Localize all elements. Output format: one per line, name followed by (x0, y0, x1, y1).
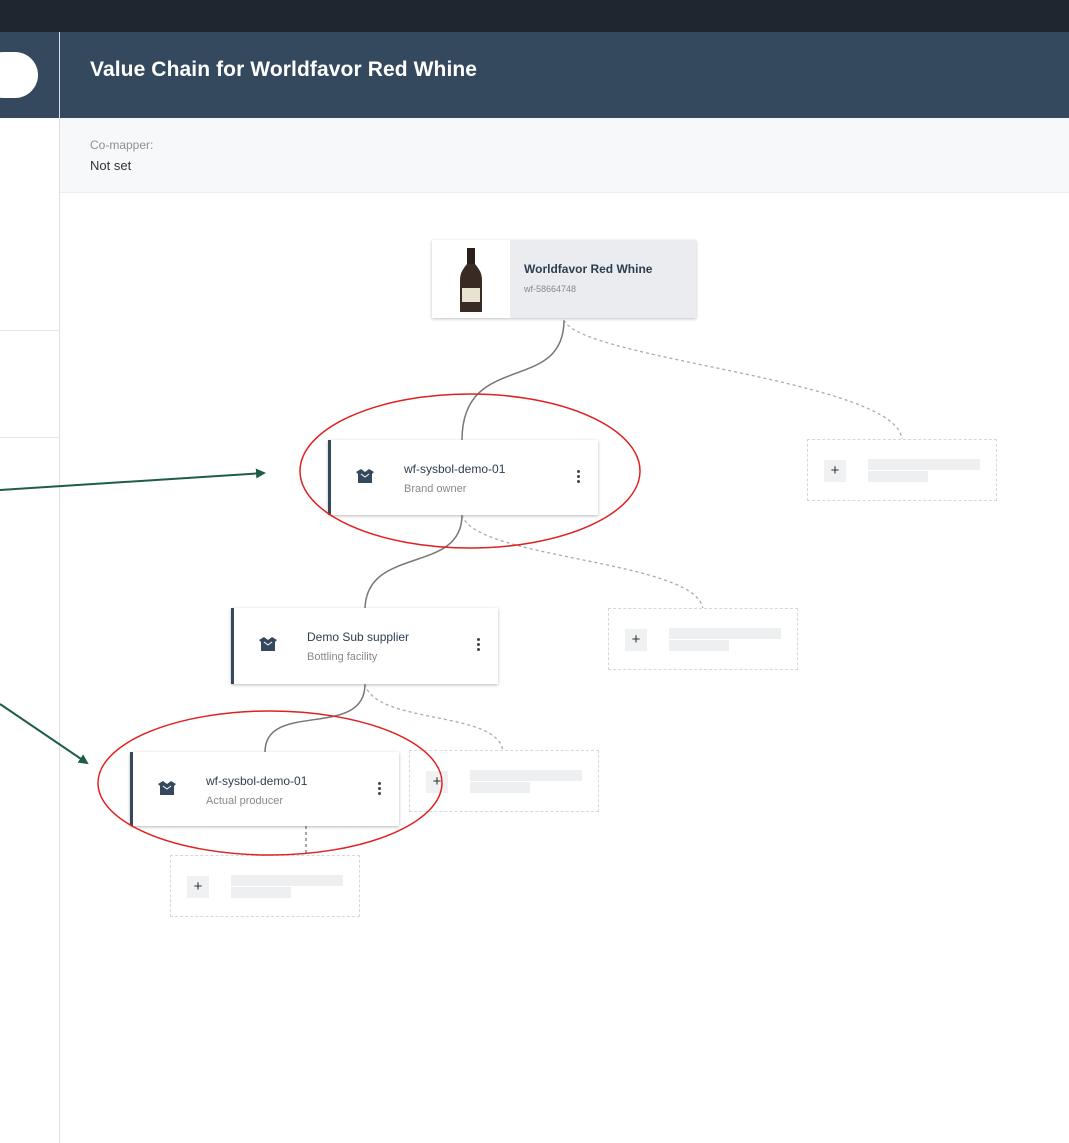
box-icon (158, 781, 176, 795)
add-icon[interactable]: + (426, 771, 448, 793)
sidebar-divider (0, 437, 59, 438)
product-info: Worldfavor Red Whine wf-58664748 (510, 240, 696, 318)
avatar[interactable] (0, 52, 38, 98)
placeholder-bar (231, 887, 291, 898)
sidebar-header (0, 32, 59, 118)
co-mapper-label: Co-mapper: (90, 138, 154, 152)
wine-bottle-icon (432, 240, 510, 318)
placeholder-bar (231, 875, 343, 886)
placeholder-bar (470, 770, 582, 781)
product-id: wf-58664748 (524, 284, 577, 294)
node-role: Bottling facility (307, 651, 378, 663)
add-icon[interactable]: + (625, 629, 647, 651)
node-role: Brand owner (404, 483, 467, 495)
top-bar (0, 0, 1069, 32)
connector-line (264, 683, 366, 753)
placeholder-bar (669, 640, 729, 651)
co-mapper-info: Co-mapper: Not set (60, 118, 1069, 193)
placeholder-bar (868, 459, 980, 470)
connector-line-dashed (563, 319, 903, 441)
product-name: Worldfavor Red Whine (524, 262, 653, 276)
product-card[interactable]: Worldfavor Red Whine wf-58664748 (432, 240, 696, 318)
sidebar-divider (0, 330, 59, 331)
box-icon (259, 637, 277, 651)
supplier-node-brand-owner[interactable]: wf-sysbol-demo-01 Brand owner (328, 440, 598, 515)
connector-line (461, 319, 565, 441)
more-options-icon[interactable] (572, 468, 584, 486)
add-supplier-placeholder[interactable]: + (409, 750, 599, 812)
node-name: wf-sysbol-demo-01 (206, 774, 308, 788)
connector-line-dashed (364, 683, 504, 753)
add-icon[interactable]: + (824, 460, 846, 482)
page-title: Value Chain for Worldfavor Red Whine (90, 58, 478, 81)
add-icon[interactable]: + (187, 876, 209, 898)
add-supplier-placeholder[interactable]: + (170, 855, 360, 917)
more-options-icon[interactable] (472, 636, 484, 654)
node-name: Demo Sub supplier (307, 630, 410, 644)
page-header: Value Chain for Worldfavor Red Whine (60, 32, 1069, 118)
box-icon (356, 469, 374, 483)
node-role: Actual producer (206, 795, 284, 807)
placeholder-bar (669, 628, 781, 639)
add-supplier-placeholder[interactable]: + (807, 439, 997, 501)
more-options-icon[interactable] (373, 780, 385, 798)
placeholder-bar (470, 782, 530, 793)
add-supplier-placeholder[interactable]: + (608, 608, 798, 670)
co-mapper-value: Not set (90, 158, 132, 173)
supplier-node-actual-producer[interactable]: wf-sysbol-demo-01 Actual producer (130, 752, 399, 826)
connector-line-dashed (461, 514, 704, 611)
left-sidebar (0, 32, 60, 1143)
node-name: wf-sysbol-demo-01 (404, 462, 506, 476)
supplier-node-bottling-facility[interactable]: Demo Sub supplier Bottling facility (231, 608, 498, 684)
placeholder-bar (868, 471, 928, 482)
connector-line (364, 514, 463, 611)
